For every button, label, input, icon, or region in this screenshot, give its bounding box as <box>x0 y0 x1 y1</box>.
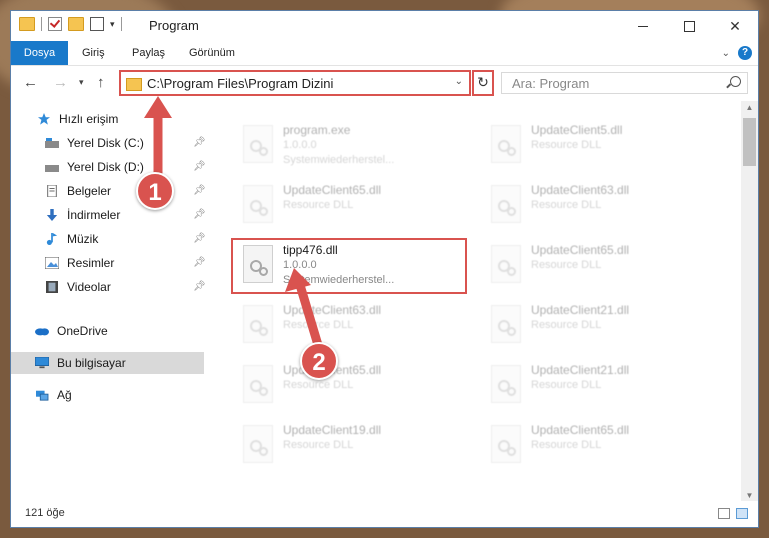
annotation-badge-2: 2 <box>300 342 338 380</box>
annotation-arrow-1 <box>144 96 172 180</box>
annotation-arrow-2 <box>285 268 323 350</box>
annotation-badge-1: 1 <box>136 172 174 210</box>
annotation-overlay <box>144 96 323 350</box>
